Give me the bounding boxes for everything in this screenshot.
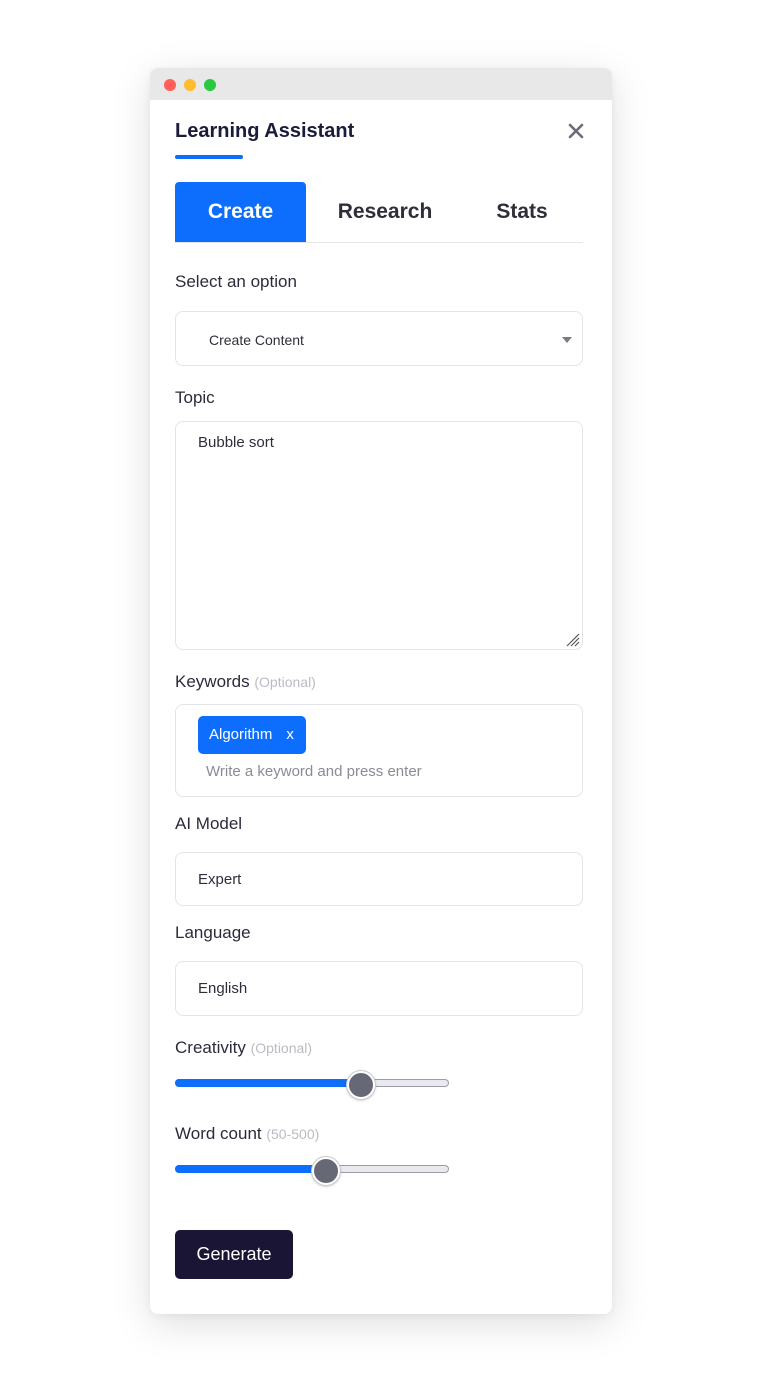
window-minimize-dot[interactable]: [184, 79, 196, 91]
word-count-slider[interactable]: [175, 1157, 450, 1185]
tab-create[interactable]: Create: [175, 182, 306, 242]
option-select-value: Create Content: [209, 332, 304, 348]
topic-value: Bubble sort: [198, 434, 274, 451]
creativity-slider[interactable]: [175, 1071, 450, 1099]
ai-model-label: AI Model: [175, 814, 243, 833]
creativity-optional-hint: (Optional): [250, 1040, 313, 1056]
keywords-optional-hint: (Optional): [254, 674, 316, 690]
tab-bar: Create Research Stats: [175, 182, 583, 243]
word-count-slider-fill: [175, 1165, 326, 1173]
window-titlebar: [150, 68, 612, 100]
keywords-field: Algorithm x: [175, 704, 583, 797]
creativity-label: Creativity (Optional): [175, 1038, 312, 1058]
language-field[interactable]: English: [175, 961, 583, 1016]
word-count-label: Word count (50-500): [175, 1124, 319, 1144]
keywords-label-text: Keywords: [175, 672, 250, 691]
word-count-range-hint: (50-500): [266, 1126, 320, 1142]
ai-model-value: Expert: [198, 871, 242, 888]
keyword-input[interactable]: [206, 761, 506, 781]
option-select[interactable]: Create Content: [175, 311, 583, 366]
keyword-chip: Algorithm x: [198, 716, 306, 754]
option-label: Select an option: [175, 272, 297, 291]
app-window: Learning Assistant Create Research Stats…: [150, 68, 612, 1314]
window-close-dot[interactable]: [164, 79, 176, 91]
title-underline: [175, 155, 243, 159]
chevron-down-icon: [562, 337, 572, 343]
language-value: English: [198, 980, 248, 997]
keyword-chip-label: Algorithm: [209, 726, 273, 743]
word-count-label-text: Word count: [175, 1124, 262, 1143]
creativity-slider-thumb[interactable]: [347, 1071, 376, 1099]
topic-textarea[interactable]: Bubble sort: [175, 421, 583, 650]
tab-stats[interactable]: Stats: [475, 182, 569, 242]
window-maximize-dot[interactable]: [204, 79, 216, 91]
word-count-slider-thumb[interactable]: [311, 1157, 340, 1185]
tab-research[interactable]: Research: [323, 182, 447, 242]
keyword-chip-remove-button[interactable]: x: [286, 726, 294, 743]
close-icon[interactable]: [567, 122, 585, 140]
close-button[interactable]: [567, 122, 585, 140]
generate-button[interactable]: Generate: [175, 1230, 293, 1279]
creativity-label-text: Creativity: [175, 1038, 246, 1057]
page-title: Learning Assistant: [175, 120, 355, 142]
topic-label: Topic: [175, 388, 215, 407]
language-label: Language: [175, 923, 251, 942]
ai-model-field[interactable]: Expert: [175, 852, 583, 906]
creativity-slider-fill: [175, 1079, 362, 1087]
keywords-label: Keywords (Optional): [175, 672, 316, 692]
resize-grip-icon[interactable]: [564, 631, 580, 647]
